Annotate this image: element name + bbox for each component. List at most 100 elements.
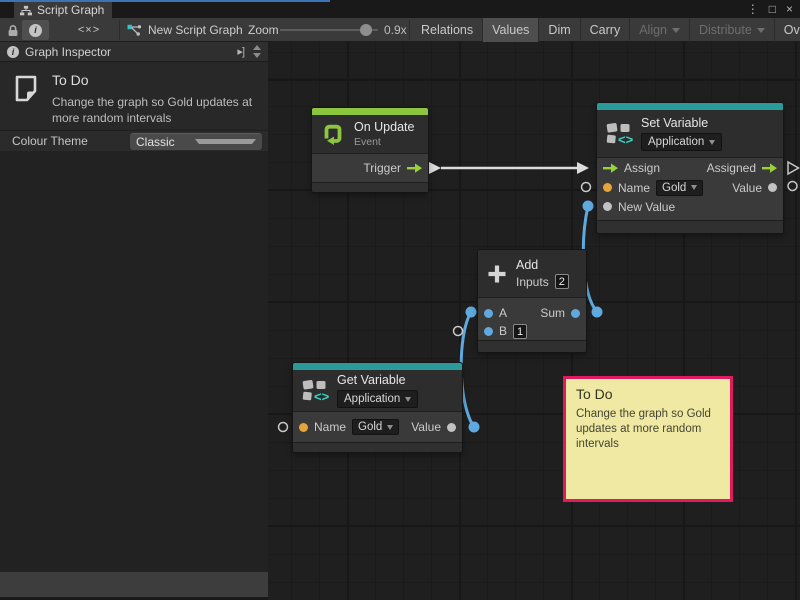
panel-scroll-arrows[interactable] xyxy=(250,45,264,58)
inspector-toggle-button[interactable]: i xyxy=(22,20,49,40)
graph-breadcrumb[interactable]: New Script Graph xyxy=(127,18,243,42)
variable-name-dropdown[interactable]: Gold xyxy=(656,180,703,196)
info-icon: i xyxy=(29,24,42,37)
code-view-button[interactable]: <×> xyxy=(70,18,108,42)
graph-asset-icon xyxy=(127,24,142,37)
node-footer xyxy=(597,220,783,233)
sum-port[interactable] xyxy=(571,309,580,318)
zoom-slider[interactable] xyxy=(280,29,378,31)
window-maximize-icon[interactable]: □ xyxy=(769,0,776,18)
variable-scope-dropdown[interactable]: Application xyxy=(641,133,722,151)
value-wire-getvalue-to-a[interactable] xyxy=(461,307,479,433)
variable-scope-dropdown[interactable]: Application xyxy=(337,390,418,408)
unconnected-value-port-marker[interactable] xyxy=(582,183,591,192)
toolbar-button-values[interactable]: Values xyxy=(483,18,539,42)
window-close-icon[interactable]: × xyxy=(786,0,793,18)
svg-text:<>: <> xyxy=(314,389,329,404)
assigned-port[interactable]: Assigned xyxy=(707,161,777,175)
tab-bar: Script Graph ⋮ □ × xyxy=(0,0,800,18)
zoom-value-wrap: 0.9x xyxy=(384,18,407,42)
unconnected-value-port-marker[interactable] xyxy=(279,423,288,432)
graph-toolbar: i <×> New Script Graph Zoom 0.9x Relatio… xyxy=(0,18,800,42)
new-value-port[interactable] xyxy=(603,202,612,211)
get-variable-node[interactable]: <> Get Variable Application Name xyxy=(293,363,462,452)
a-port[interactable] xyxy=(484,309,493,318)
add-node[interactable]: Add Inputs 2 A Sum xyxy=(478,250,586,352)
assign-port[interactable]: Assign xyxy=(603,161,660,175)
toolbar-button-group: Relations Values Dim Carry Align Distrib… xyxy=(412,18,800,42)
on-update-node[interactable]: On Update Event Trigger xyxy=(312,108,428,192)
inputs-count-field[interactable]: 2 xyxy=(555,274,569,289)
flow-arrow-icon xyxy=(762,163,777,173)
zoom-value: 0.9x xyxy=(384,23,407,37)
svg-text:<>: <> xyxy=(618,132,633,147)
name-port[interactable] xyxy=(299,423,308,432)
scroll-down-icon[interactable] xyxy=(253,53,261,58)
zoom-slider-handle[interactable] xyxy=(360,24,372,36)
sticky-note-title: To Do xyxy=(576,386,720,402)
value-port[interactable] xyxy=(768,183,777,192)
toolbar-button-relations[interactable]: Relations xyxy=(412,18,483,42)
inspector-todo-section: To Do Change the graph so Gold updates a… xyxy=(0,62,268,130)
colour-theme-value: Classic xyxy=(136,135,189,149)
zoom-label-wrap: Zoom xyxy=(248,18,279,42)
unconnected-value-port-marker[interactable] xyxy=(454,327,463,336)
variables-icon: <> xyxy=(301,378,329,404)
sticky-note[interactable]: To Do Change the graph so Gold updates a… xyxy=(563,376,733,502)
update-loop-icon xyxy=(320,121,346,147)
code-icon: <×> xyxy=(78,24,100,36)
node-title: Get Variable xyxy=(337,373,418,387)
toolbar-button-carry[interactable]: Carry xyxy=(581,18,631,42)
b-value-field[interactable]: 1 xyxy=(513,324,527,339)
variables-icon: <> xyxy=(605,121,633,147)
chevron-down-icon xyxy=(691,185,697,190)
scroll-up-icon[interactable] xyxy=(253,45,261,50)
window-controls: ⋮ □ × xyxy=(747,0,793,18)
todo-title: To Do xyxy=(52,72,257,88)
window-menu-icon[interactable]: ⋮ xyxy=(747,0,759,18)
variable-name-dropdown[interactable]: Gold xyxy=(352,419,399,435)
name-port[interactable] xyxy=(603,183,612,192)
inspector-empty-area xyxy=(0,151,268,572)
sticky-note-body: Change the graph so Gold updates at more… xyxy=(576,407,718,452)
toolbar-divider xyxy=(409,20,410,40)
chevron-down-icon xyxy=(387,425,393,430)
chevron-down-icon xyxy=(405,397,411,402)
script-graph-icon xyxy=(20,5,32,16)
toolbar-button-overview[interactable]: Overview xyxy=(775,18,800,42)
toolbar-button-align[interactable]: Align xyxy=(630,18,690,42)
lock-icon xyxy=(7,24,19,37)
control-wire-trigger-to-assign[interactable] xyxy=(429,162,589,174)
lock-button[interactable] xyxy=(6,18,20,42)
colour-theme-label: Colour Theme xyxy=(0,134,130,148)
inspector-footer xyxy=(0,572,268,597)
chevron-down-icon xyxy=(709,140,715,145)
unconnected-value-port-marker[interactable] xyxy=(788,182,797,191)
value-port[interactable] xyxy=(447,423,456,432)
inspector-title: Graph Inspector xyxy=(25,45,231,59)
node-title: Add xyxy=(516,258,569,272)
set-variable-node[interactable]: <> Set Variable Application Assign xyxy=(597,103,783,233)
node-footer xyxy=(312,182,428,192)
trigger-port[interactable]: Trigger xyxy=(363,161,422,175)
graph-inspector-panel: i Graph Inspector ▸] To Do Change the gr… xyxy=(0,42,268,600)
tab-script-graph[interactable]: Script Graph xyxy=(14,2,112,18)
info-icon: i xyxy=(7,46,19,58)
zoom-label: Zoom xyxy=(248,23,279,37)
unconnected-flow-port-marker[interactable] xyxy=(788,162,799,174)
variable-color-bar xyxy=(597,103,783,110)
dock-panel-icon[interactable]: ▸] xyxy=(237,45,244,58)
toolbar-divider xyxy=(119,20,120,40)
graph-canvas[interactable]: On Update Event Trigger xyxy=(268,42,800,600)
colour-theme-dropdown[interactable]: Classic xyxy=(130,133,262,150)
inputs-label: Inputs xyxy=(516,275,549,289)
node-footer xyxy=(478,340,586,352)
sticky-note-icon xyxy=(13,74,39,103)
chevron-down-icon xyxy=(195,139,256,144)
toolbar-button-distribute[interactable]: Distribute xyxy=(690,18,775,42)
flow-arrow-icon xyxy=(407,163,422,173)
toolbar-button-dim[interactable]: Dim xyxy=(539,18,580,42)
b-port[interactable] xyxy=(484,327,493,336)
colour-theme-row: Colour Theme Classic xyxy=(0,130,268,151)
node-footer xyxy=(293,442,462,452)
